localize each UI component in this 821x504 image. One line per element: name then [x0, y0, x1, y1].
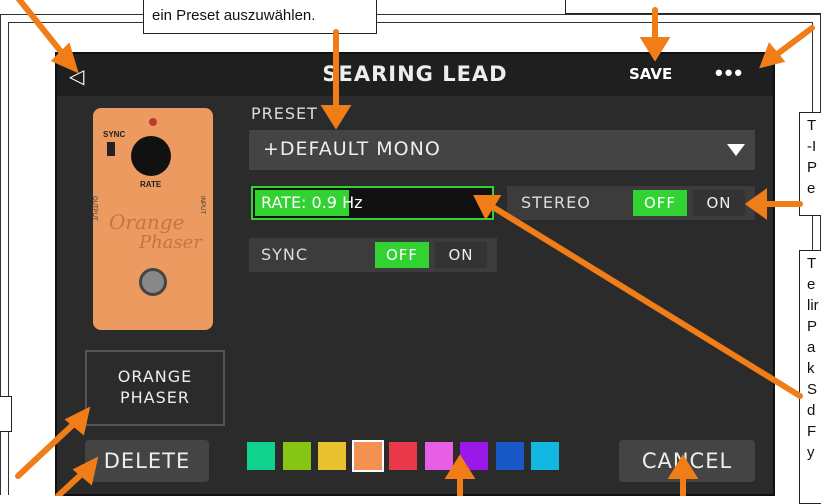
arrowhead-save: [639, 37, 671, 62]
arrow-rate: [485, 201, 803, 399]
arrow-model: [15, 417, 81, 479]
arrowhead-swatch: [444, 454, 476, 479]
annotation-arrows: [15, 0, 815, 496]
arrowhead-rate: [473, 195, 502, 221]
arrowhead-preset: [320, 105, 352, 130]
arrowhead-cancel: [667, 454, 699, 479]
arrowhead-stereo: [744, 188, 767, 220]
arrow-back: [15, 0, 69, 61]
